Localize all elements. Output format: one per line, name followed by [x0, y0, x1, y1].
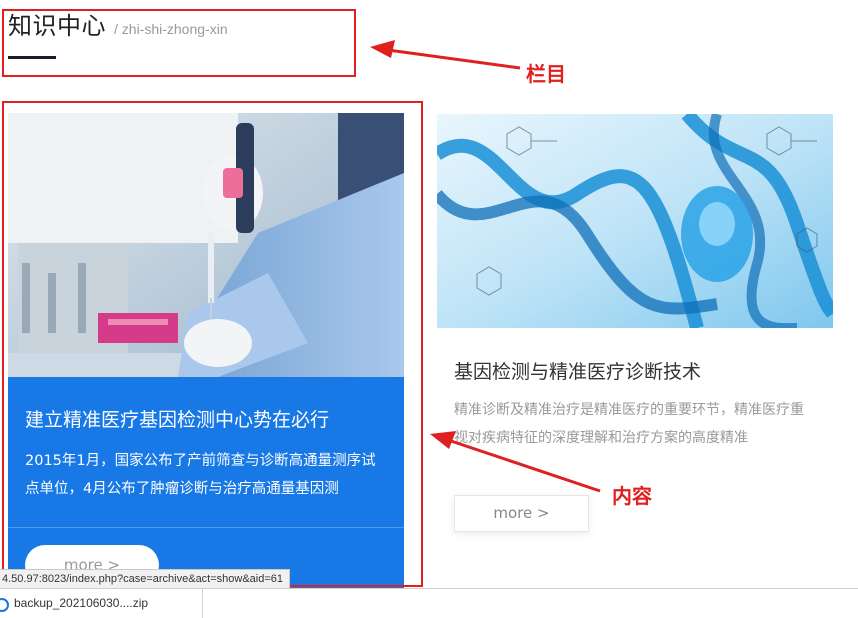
- download-filename: backup_202106030....zip: [14, 596, 149, 610]
- download-progress-icon: [0, 598, 9, 612]
- column-annotation-label: 栏目: [526, 62, 566, 86]
- status-url: 4.50.97:8023/index.php?case=archive&act=…: [0, 569, 291, 589]
- download-item[interactable]: backup_202106030....zip: [0, 589, 203, 618]
- annotation-arrows: [370, 40, 601, 493]
- content-annotation-label: 内容: [612, 484, 652, 508]
- download-bar: backup_202106030....zip: [0, 588, 858, 618]
